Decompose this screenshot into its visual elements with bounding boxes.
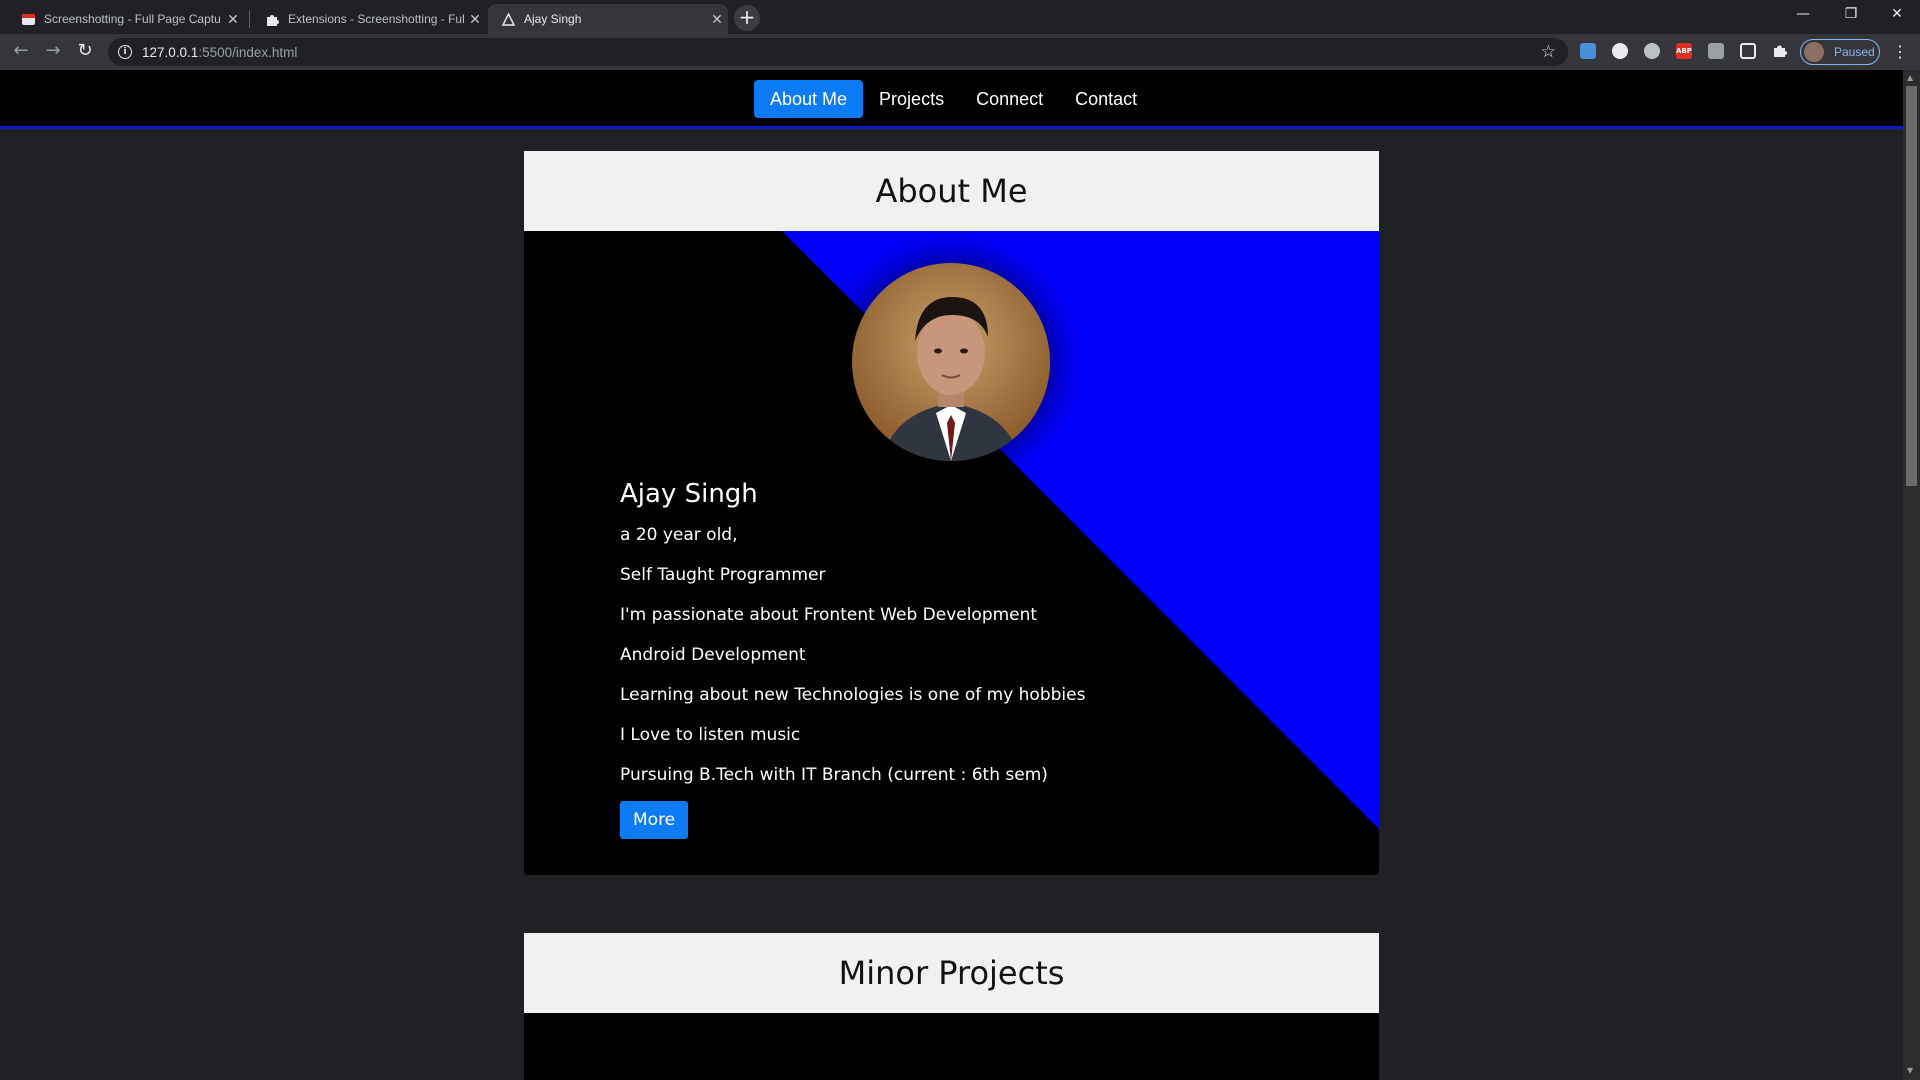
nav-projects[interactable]: Projects	[863, 80, 960, 118]
adblock-icon[interactable]: ABP	[1676, 43, 1692, 59]
about-heading: About Me	[524, 151, 1379, 231]
profile-status: Paused	[1834, 45, 1875, 59]
tab-extensions[interactable]: Extensions - Screenshotting - Ful ✕	[252, 4, 486, 34]
scroll-up-icon[interactable]: ▲	[1907, 73, 1913, 82]
scrollbar-thumb[interactable]	[1906, 86, 1917, 486]
profile-photo	[852, 263, 1050, 461]
about-card: About Me Ajay Singh a 20 year old, Self …	[524, 151, 1379, 875]
about-line: Learning about new Technologies is one o…	[620, 685, 1086, 705]
reload-icon[interactable]: ↻	[73, 40, 97, 64]
scroll-down-icon[interactable]: ▼	[1907, 1066, 1913, 1075]
close-tab-icon[interactable]: ✕	[222, 11, 244, 28]
about-line: Self Taught Programmer	[620, 565, 826, 585]
extension-icon[interactable]	[1612, 43, 1628, 59]
site-navbar: About Me Projects Connect Contact	[0, 70, 1903, 129]
page-scrollbar[interactable]: ▲ ▼	[1903, 70, 1920, 1080]
profile-button[interactable]: Paused	[1800, 39, 1880, 65]
restore-icon[interactable]: ❐	[1828, 0, 1874, 30]
more-button[interactable]: More	[620, 801, 689, 839]
close-tab-icon[interactable]: ✕	[706, 11, 728, 28]
address-bar[interactable]: i 127.0.0.1:5500/index.html ☆	[108, 38, 1568, 66]
nav-contact[interactable]: Contact	[1059, 80, 1153, 118]
tab-strip: Screenshotting - Full Page Captu ✕ Exten…	[0, 0, 1920, 34]
extension-icon[interactable]	[1644, 43, 1660, 59]
nav-about-me[interactable]: About Me	[754, 80, 864, 118]
puzzle-icon	[267, 14, 279, 26]
page-viewport: About Me Projects Connect Contact About …	[0, 70, 1903, 1080]
close-tab-icon[interactable]: ✕	[464, 11, 486, 28]
minimize-icon[interactable]: —	[1780, 0, 1826, 30]
new-tab-button[interactable]: +	[734, 5, 760, 31]
about-line: I Love to listen music	[620, 725, 801, 745]
screenshot-app-icon	[22, 13, 35, 25]
tab-divider	[249, 10, 250, 28]
extension-icon[interactable]	[1580, 43, 1596, 59]
site-favicon	[502, 12, 515, 26]
back-arrow-icon[interactable]: ←	[9, 40, 33, 64]
about-body: Ajay Singh a 20 year old, Self Taught Pr…	[524, 231, 1379, 875]
about-line: Pursuing B.Tech with IT Branch (current …	[620, 765, 1048, 785]
tab-title: Extensions - Screenshotting - Ful	[288, 12, 464, 26]
browser-toolbar: ← → ↻ i 127.0.0.1:5500/index.html ☆ ABP …	[0, 34, 1920, 70]
close-window-icon[interactable]: ✕	[1874, 0, 1920, 30]
about-line: Android Development	[620, 645, 806, 665]
tab-title: Ajay Singh	[524, 12, 582, 26]
tab-ajay-singh[interactable]: Ajay Singh ✕	[488, 4, 728, 34]
projects-body	[524, 1013, 1379, 1080]
screenshot-extension-icon[interactable]	[1740, 43, 1756, 59]
extension-icon[interactable]	[1708, 43, 1724, 59]
nav-links: About Me Projects Connect Contact	[754, 80, 1153, 118]
tab-screenshotting[interactable]: Screenshotting - Full Page Captu ✕	[8, 4, 244, 34]
projects-heading: Minor Projects	[524, 933, 1379, 1013]
url-text: 127.0.0.1:5500/index.html	[142, 44, 298, 60]
forward-arrow-icon[interactable]: →	[41, 40, 65, 64]
site-info-icon[interactable]: i	[118, 45, 132, 59]
about-line: a 20 year old,	[620, 525, 738, 545]
nav-connect[interactable]: Connect	[960, 80, 1059, 118]
puzzle-icon[interactable]	[1772, 43, 1788, 59]
about-line: I'm passionate about Frontent Web Develo…	[620, 605, 1038, 625]
tab-title: Screenshotting - Full Page Captu	[44, 12, 221, 26]
profile-avatar	[1804, 42, 1824, 62]
projects-card: Minor Projects	[524, 933, 1379, 1080]
about-name: Ajay Singh	[620, 479, 758, 509]
menu-dots-icon[interactable]: ⋮	[1892, 42, 1908, 61]
bookmark-star-icon[interactable]: ☆	[1541, 42, 1556, 62]
about-text: Ajay Singh a 20 year old, Self Taught Pr…	[620, 479, 1085, 839]
